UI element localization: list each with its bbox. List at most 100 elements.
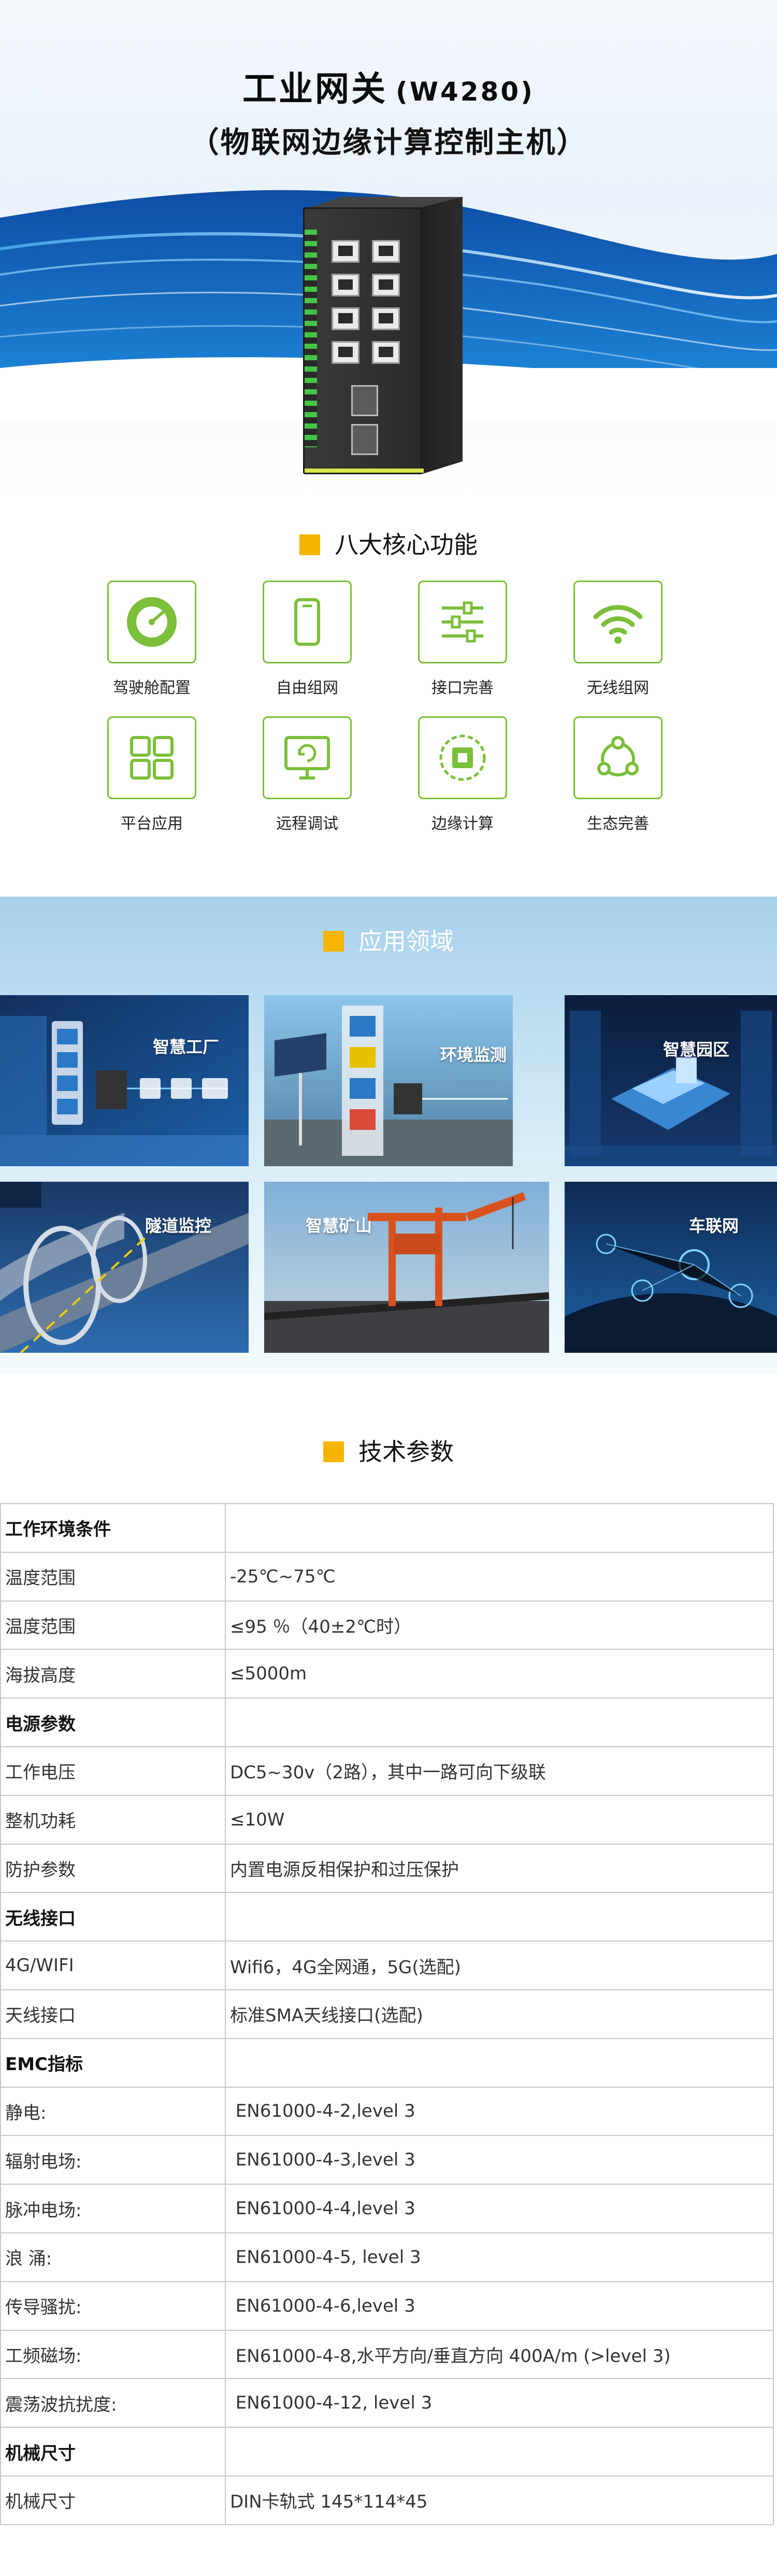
application-label: 智慧园区 (663, 1040, 730, 1059)
gauge-icon (127, 597, 177, 647)
spec-row: 辐射电场: EN61000-4-3,level 3 (0, 2135, 774, 2185)
spec-row: 浪 涌: EN61000-4-5, level 3 (0, 2232, 774, 2282)
ethernet-port (332, 240, 359, 263)
spec-group-row: 工作环境条件 (0, 1503, 774, 1553)
smart-park-image (565, 995, 777, 1166)
ethernet-port (332, 341, 359, 364)
feature-label: 远程调试 (276, 815, 338, 833)
spec-group-row: 电源参数 (0, 1697, 774, 1747)
spec-group-row: 无线接口 (0, 1892, 774, 1942)
application-label: 智慧矿山 (306, 1216, 372, 1236)
sliders-icon (442, 601, 483, 643)
product-name: 工业网关 (242, 69, 387, 109)
tunnel-monitoring-image (0, 1182, 249, 1353)
spec-value: EN61000-4-12, level 3 (225, 2378, 774, 2428)
spec-value (225, 2427, 774, 2476)
spec-table: 工作环境条件 温度范围 -25℃~75℃ 温度范围 ≤95 ％（40±2℃时） 海拔高度 ≤… (0, 1503, 774, 2525)
spec-row: 温度范围 ≤95 ％（40±2℃时） (0, 1600, 774, 1650)
specs-heading: 技术参数 (0, 1433, 777, 1467)
feature-label: 自由组网 (276, 679, 338, 697)
sfp-port (351, 424, 378, 455)
spec-row: 天线接口 标准SMA天线接口(选配) (0, 1989, 774, 2039)
spec-value: Wifi6，4G全网通，5G(选配) (225, 1941, 774, 1990)
feature-label: 边缘计算 (431, 815, 494, 833)
spec-value: DC5~30v（2路），其中一路可向下级联 (225, 1746, 774, 1796)
hero-title: 工业网关 (W4280) (0, 61, 777, 111)
spec-row: 防护参数 内置电源反相保护和过压保护 (0, 1843, 774, 1893)
spec-value (225, 1503, 774, 1553)
feature-item: 无线组网 (566, 581, 670, 698)
spec-key: 机械尺寸 (0, 2475, 226, 2525)
ethernet-port (332, 307, 359, 330)
environment-monitoring-image (264, 995, 513, 1166)
application-label: 隧道监控 (145, 1216, 212, 1236)
smart-factory-image (0, 995, 249, 1166)
spec-key: 电源参数 (0, 1697, 226, 1747)
spec-key: 机械尺寸 (0, 2427, 226, 2476)
feature-item: 边缘计算 (411, 716, 514, 833)
spec-value: ≤95 ％（40±2℃时） (225, 1600, 774, 1650)
spec-key: 海拔高度 (0, 1649, 226, 1699)
feature-label: 无线组网 (587, 679, 649, 697)
heading-square-icon (299, 534, 320, 555)
hero-banner: 工业网关 (W4280) （物联网边缘计算控制主机） (0, 0, 777, 498)
spec-key: 4G/WIFI (0, 1941, 226, 1990)
feature-item: 平台应用 (100, 716, 204, 833)
product-page: 工业网关 (W4280) （物联网边缘计算控制主机） 八大核心功能 驾驶舱配置 … (0, 0, 777, 2576)
application-card: 智慧工厂 (0, 995, 249, 1166)
applications-section: 应用领域 智慧工厂 环境监测 智慧园区 隧道监控 智慧矿山 车联网 (0, 897, 777, 1374)
spec-value: EN61000-4-2,level 3 (225, 2086, 774, 2136)
application-label: 智慧工厂 (153, 1037, 220, 1057)
feature-item: 远程调试 (255, 716, 359, 833)
ethernet-port (372, 274, 400, 296)
ethernet-port (372, 341, 400, 364)
ethernet-port (372, 307, 400, 330)
sfp-port (351, 385, 378, 416)
spec-key: 工频磁场: (0, 2329, 226, 2380)
spec-row: 静电: EN61000-4-2,level 3 (0, 2086, 774, 2136)
spec-table-body: 工作环境条件 温度范围 -25℃~75℃ 温度范围 ≤95 ％（40±2℃时） 海拔高度 ≤… (0, 1503, 774, 2525)
spec-value: EN61000-4-3,level 3 (225, 2135, 774, 2185)
spec-key: 防护参数 (0, 1843, 226, 1893)
heading-square-icon (323, 931, 344, 952)
wifi-icon (593, 605, 643, 644)
spec-key: 温度范围 (0, 1551, 226, 1602)
device-accent-bar (305, 469, 424, 473)
applications-heading: 应用领域 (0, 923, 777, 957)
spec-value: -25℃~75℃ (225, 1551, 774, 1602)
spec-key: 震荡波抗扰度: (0, 2378, 226, 2428)
core-features: 驾驶舱配置 自由组网 接口完善 无线组网 平台应用 远程调试 边缘计算 生态完善 (0, 581, 777, 850)
application-label: 车联网 (689, 1216, 739, 1236)
feature-label: 驾驶舱配置 (113, 679, 191, 697)
device-front (303, 207, 424, 474)
application-card: 智慧园区 (565, 995, 777, 1166)
device-side (421, 197, 463, 474)
spec-row: 震荡波抗扰度: EN61000-4-12, level 3 (0, 2378, 774, 2428)
gateway-device-image (303, 197, 464, 477)
spec-value: EN61000-4-8,水平方向/垂直方向 400A/m (>level 3) (225, 2329, 774, 2380)
spec-row: 4G/WIFI Wifi6，4G全网通，5G(选配) (0, 1941, 774, 1990)
application-label: 环境监测 (440, 1045, 507, 1065)
spec-row: 温度范围 -25℃~75℃ (0, 1551, 774, 1602)
spec-key: 浪 涌: (0, 2232, 226, 2282)
spec-key: 辐射电场: (0, 2135, 226, 2185)
spec-value (225, 2037, 774, 2088)
feature-label: 接口完善 (431, 679, 494, 697)
ethernet-port (372, 240, 400, 263)
feature-label: 生态完善 (587, 815, 649, 833)
application-card: 隧道监控 (0, 1182, 249, 1353)
smart-mine-image (264, 1182, 549, 1353)
heading-square-icon (323, 1441, 344, 1462)
spec-value (225, 1892, 774, 1942)
spec-key: 传导骚扰: (0, 2281, 226, 2331)
spec-value: DIN卡轨式 145*114*45 (225, 2475, 774, 2525)
vehicle-network-image (565, 1182, 777, 1353)
application-card: 智慧矿山 (264, 1182, 549, 1353)
spec-row: 脉冲电场: EN61000-4-4,level 3 (0, 2184, 774, 2233)
remote-icon (284, 736, 330, 780)
ecosystem-icon (597, 736, 639, 776)
ethernet-port (332, 274, 359, 296)
spec-key: 脉冲电场: (0, 2184, 226, 2233)
spec-row: 海拔高度 ≤5000m (0, 1649, 774, 1699)
phone-icon (294, 598, 320, 646)
